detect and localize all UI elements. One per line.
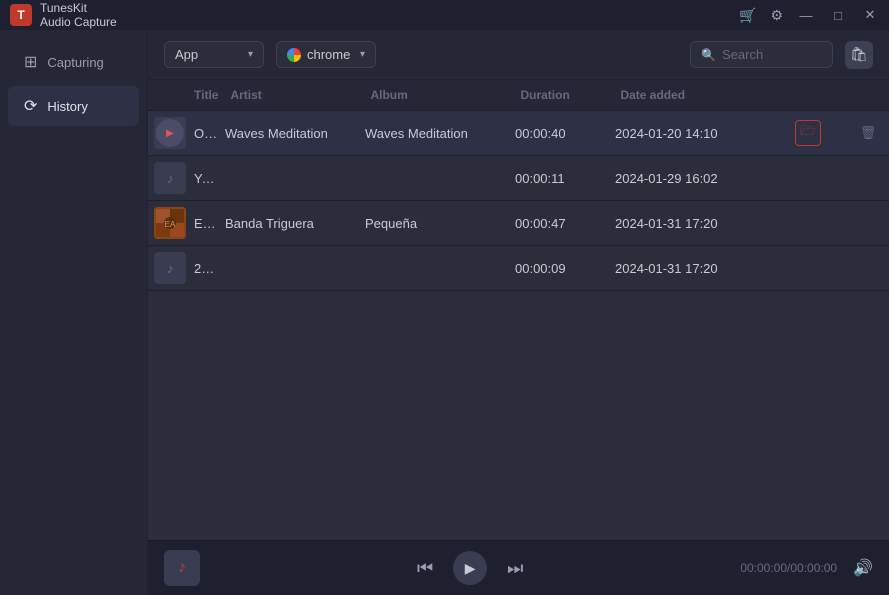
table-row: ♪ 20240131171822469 00:00:09 2024-01-31 … [148, 246, 889, 291]
titlebar-left: T TunesKit Audio Capture [10, 1, 117, 30]
th-date-added: Date added [614, 88, 794, 102]
table-row: EA El Ajo Banda Triguera Pequeña 00:00:4… [148, 201, 889, 246]
app-logo: T [10, 4, 32, 26]
track-thumbnail: ♪ [154, 252, 186, 284]
close-button[interactable]: ✕ [861, 6, 879, 24]
player-controls: ⏮ ▶ ⏭ [216, 551, 724, 585]
sidebar-item-label: Capturing [47, 55, 103, 70]
sidebar-item-history[interactable]: ⟳ History [8, 86, 139, 126]
sidebar-item-label: History [47, 99, 87, 114]
table-area: Title Artist Album Duration Date added ▶… [148, 80, 889, 540]
titlebar-controls: 🛒 ⚙ — □ ✕ [739, 6, 879, 24]
th-duration: Duration [514, 88, 614, 102]
td-title: Ocean At A Distance [188, 126, 219, 141]
chrome-dropdown-label: chrome [307, 47, 350, 62]
td-date-added: 2024-01-20 14:10 [609, 126, 789, 141]
search-box[interactable]: 🔍 [690, 41, 833, 68]
track-thumbnail: ▶ [154, 117, 186, 149]
td-title: YouTube [188, 171, 219, 186]
toolbar: App ▾ chrome ▾ 🔍 🛍 [148, 30, 889, 80]
search-input[interactable] [722, 47, 822, 62]
track-thumbnail: ♪ [154, 162, 186, 194]
chevron-down-icon-2: ▾ [360, 49, 365, 60]
play-pause-button[interactable]: ▶ [453, 551, 487, 585]
td-duration: 00:00:09 [509, 261, 609, 276]
td-thumb: ▶ [148, 117, 188, 149]
chevron-down-icon: ▾ [248, 49, 253, 60]
td-actions: 🗁 [789, 120, 849, 146]
td-date-added: 2024-01-31 17:20 [609, 216, 789, 231]
table-row: ▶ Ocean At A Distance Waves Meditation W… [148, 111, 889, 156]
volume-icon[interactable]: 🔊 [853, 558, 873, 578]
td-delete: 🗑 [849, 120, 889, 146]
main-layout: ⊞ Capturing ⟳ History App ▾ chrome ▾ 🔍 [0, 30, 889, 595]
settings-icon[interactable]: ⚙ [770, 7, 783, 24]
chrome-icon [287, 48, 301, 62]
sidebar-item-capturing[interactable]: ⊞ Capturing [8, 42, 139, 82]
td-title: El Ajo [188, 216, 219, 231]
play-icon: ▶ [465, 560, 476, 577]
td-date-added: 2024-01-29 16:02 [609, 171, 789, 186]
store-button[interactable]: 🛍 [845, 41, 873, 69]
player-thumbnail: ♪ [164, 550, 200, 586]
cart-icon[interactable]: 🛒 [739, 7, 756, 24]
capturing-icon: ⊞ [24, 52, 37, 72]
maximize-button[interactable]: □ [829, 6, 847, 24]
titlebar: T TunesKit Audio Capture 🛒 ⚙ — □ ✕ [0, 0, 889, 30]
td-artist: Waves Meditation [219, 126, 359, 141]
svg-text:EA: EA [165, 220, 176, 229]
search-icon: 🔍 [701, 48, 716, 62]
td-artist: Banda Triguera [219, 216, 359, 231]
app-dropdown-label: App [175, 47, 198, 62]
td-thumb: EA [148, 207, 188, 239]
td-album: Waves Meditation [359, 126, 509, 141]
open-folder-button[interactable]: 🗁 [795, 120, 821, 146]
td-thumb: ♪ [148, 162, 188, 194]
prev-button[interactable]: ⏮ [417, 558, 433, 579]
th-album: Album [364, 88, 514, 102]
td-title: 20240131171822469 [188, 261, 219, 276]
td-thumb: ♪ [148, 252, 188, 284]
th-artist: Artist [224, 88, 364, 102]
td-date-added: 2024-01-31 17:20 [609, 261, 789, 276]
play-icon: ▶ [156, 119, 184, 147]
chrome-dropdown[interactable]: chrome ▾ [276, 41, 376, 68]
minimize-button[interactable]: — [797, 6, 815, 24]
td-duration: 00:00:47 [509, 216, 609, 231]
time-display: 00:00:00/00:00:00 [740, 561, 837, 575]
td-duration: 00:00:40 [509, 126, 609, 141]
next-button[interactable]: ⏭ [507, 558, 523, 579]
content-area: App ▾ chrome ▾ 🔍 🛍 Title Artist Album [148, 30, 889, 595]
app-dropdown[interactable]: App ▾ [164, 41, 264, 68]
td-duration: 00:00:11 [509, 171, 609, 186]
app-name: TunesKit Audio Capture [40, 1, 117, 30]
player-bar: ♪ ⏮ ▶ ⏭ 00:00:00/00:00:00 🔊 [148, 540, 889, 595]
td-album: Pequeña [359, 216, 509, 231]
delete-button[interactable]: 🗑 [855, 120, 881, 146]
music-note-icon: ♪ [178, 559, 186, 577]
th-title: Title [188, 88, 224, 102]
table-row: ♪ YouTube 00:00:11 2024-01-29 16:02 [148, 156, 889, 201]
history-icon: ⟳ [24, 96, 37, 116]
table-header: Title Artist Album Duration Date added [148, 80, 889, 111]
sidebar: ⊞ Capturing ⟳ History [0, 30, 148, 595]
row-actions: 🗁 [795, 120, 843, 146]
track-thumbnail: EA [154, 207, 186, 239]
